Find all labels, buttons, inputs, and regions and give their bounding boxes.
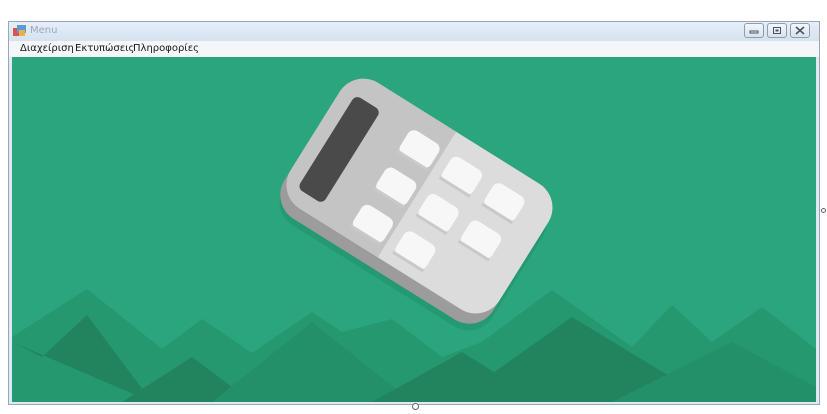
app-icon [13,25,26,36]
minimize-button[interactable] [744,23,764,38]
menu-bar: Διαχείριση Εκτυπώσεις Πληροφορίες [9,41,819,57]
title-bar[interactable]: Menu [9,22,819,41]
window-title: Menu [30,25,58,36]
resize-handle-right[interactable] [821,208,826,213]
background-illustration [12,78,816,402]
menu-item-management[interactable]: Διαχείριση [20,43,74,55]
maximize-icon [773,27,781,34]
calculator-icon [279,78,553,331]
screen: Menu Διαχείριση Εκτυπώσεις Πληροφορίες [0,0,827,414]
background-panel [12,57,816,402]
app-window: Menu Διαχείριση Εκτυπώσεις Πληροφορίες [8,21,820,405]
menu-item-prints[interactable]: Εκτυπώσεις [75,43,134,55]
close-button[interactable] [790,23,810,38]
resize-handle-bottom[interactable] [412,403,419,410]
close-icon [795,26,805,35]
minimize-icon [749,30,759,34]
maximize-button[interactable] [767,23,787,38]
menu-item-info[interactable]: Πληροφορίες [133,43,199,55]
